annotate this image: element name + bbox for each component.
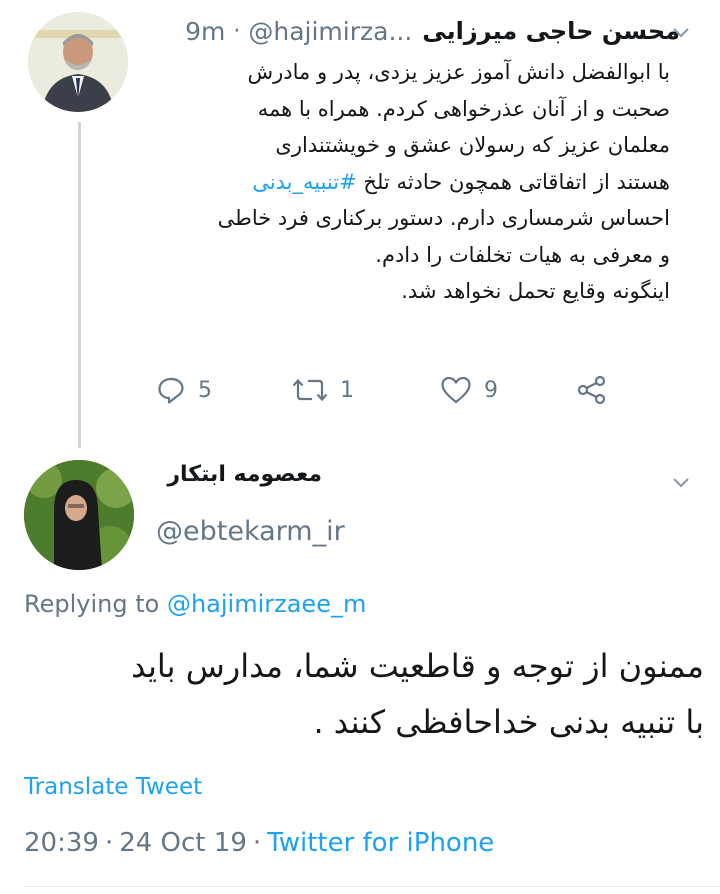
display-name[interactable]: محسن حاجی میرزایی <box>422 17 680 45</box>
tweet-text-line: معلمان عزیز که رسولان عشق و خویشتنداری <box>275 133 670 157</box>
retweet-count: 1 <box>340 377 354 403</box>
tweet-text-line: اینگونه وقایع تحمل نخواهد شد. <box>401 279 670 303</box>
tweet-text-line: با ابوالفضل دانش آموز عزیز یزدی، پدر و م… <box>247 60 671 84</box>
tweet-text: ممنون از توجه و قاطعیت شما، مدارس باید ب… <box>24 638 704 750</box>
tweet-text: با ابوالفضل دانش آموز عزیز یزدی، پدر و م… <box>150 54 670 310</box>
chevron-down-icon[interactable] <box>670 22 692 44</box>
tweet-timestamp[interactable]: 20:39 <box>24 828 99 858</box>
share-button[interactable] <box>576 366 608 414</box>
tweet-text-line: و معرفی به هیات تخلفات را دادم. <box>375 242 670 267</box>
reply-button[interactable]: 5 <box>156 366 212 414</box>
share-icon <box>577 375 606 405</box>
replying-to-line: Replying to @hajimirzaee_m <box>24 590 366 618</box>
heart-icon <box>441 376 471 404</box>
separator-dot: · <box>104 828 114 858</box>
tweet-time[interactable]: 9m <box>185 17 225 46</box>
avatar[interactable] <box>28 12 128 112</box>
avatar-photo-icon <box>28 12 128 112</box>
parent-tweet[interactable]: محسن حاجی میرزایی @hajimirza... · 9m با … <box>0 0 720 440</box>
replying-to-label: Replying to <box>24 590 160 618</box>
translate-tweet-link[interactable]: Translate Tweet <box>24 774 202 800</box>
user-handle[interactable]: @hajimirza... <box>248 17 412 46</box>
display-name[interactable]: معصومه ابتکار <box>167 462 322 487</box>
tweet-text-line: صحبت و از آنان عذرخواهی کردم. همراه با ه… <box>257 96 670 121</box>
tweet-date[interactable]: 24 Oct 19 <box>119 828 247 858</box>
like-button[interactable]: 9 <box>440 366 498 414</box>
reply-count: 5 <box>198 377 212 403</box>
tweet-actions: 5 1 9 <box>150 366 630 414</box>
divider <box>24 886 720 887</box>
chevron-down-icon[interactable] <box>670 472 692 494</box>
tweet-text-line: با تنبیه بدنی خداحافظی کنند . <box>313 703 704 741</box>
separator-dot: · <box>233 18 241 44</box>
avatar-photo-icon <box>24 460 134 570</box>
mention-link[interactable]: @hajimirzaee_m <box>167 590 366 618</box>
tweet-text-line: هستند از اتفاقاتی همچون حادثه تلخ #تنبیه… <box>150 164 670 201</box>
reply-icon <box>158 377 184 404</box>
retweet-button[interactable]: 1 <box>292 366 354 414</box>
hashtag-link[interactable]: #تنبیه_بدنی <box>252 170 356 194</box>
user-handle[interactable]: @ebtekarm_ir <box>156 516 345 547</box>
like-count: 9 <box>484 377 498 403</box>
tweet-header: محسن حاجی میرزایی @hajimirza... · 9m <box>150 10 680 52</box>
tweet-text-line: احساس شرمساری دارم. دستور برکناری فرد خا… <box>217 206 670 230</box>
tweet-text-segment: هستند از اتفاقاتی همچون حادثه تلخ <box>356 169 670 194</box>
avatar[interactable] <box>24 460 134 570</box>
tweet-metadata: 20:39 · 24 Oct 19 · Twitter for iPhone <box>24 828 494 858</box>
tweet-text-line: ممنون از توجه و قاطعیت شما، مدارس باید <box>131 647 704 685</box>
retweet-icon <box>292 378 328 402</box>
tweet-source-link[interactable]: Twitter for iPhone <box>267 828 494 858</box>
separator-dot: · <box>252 828 262 858</box>
